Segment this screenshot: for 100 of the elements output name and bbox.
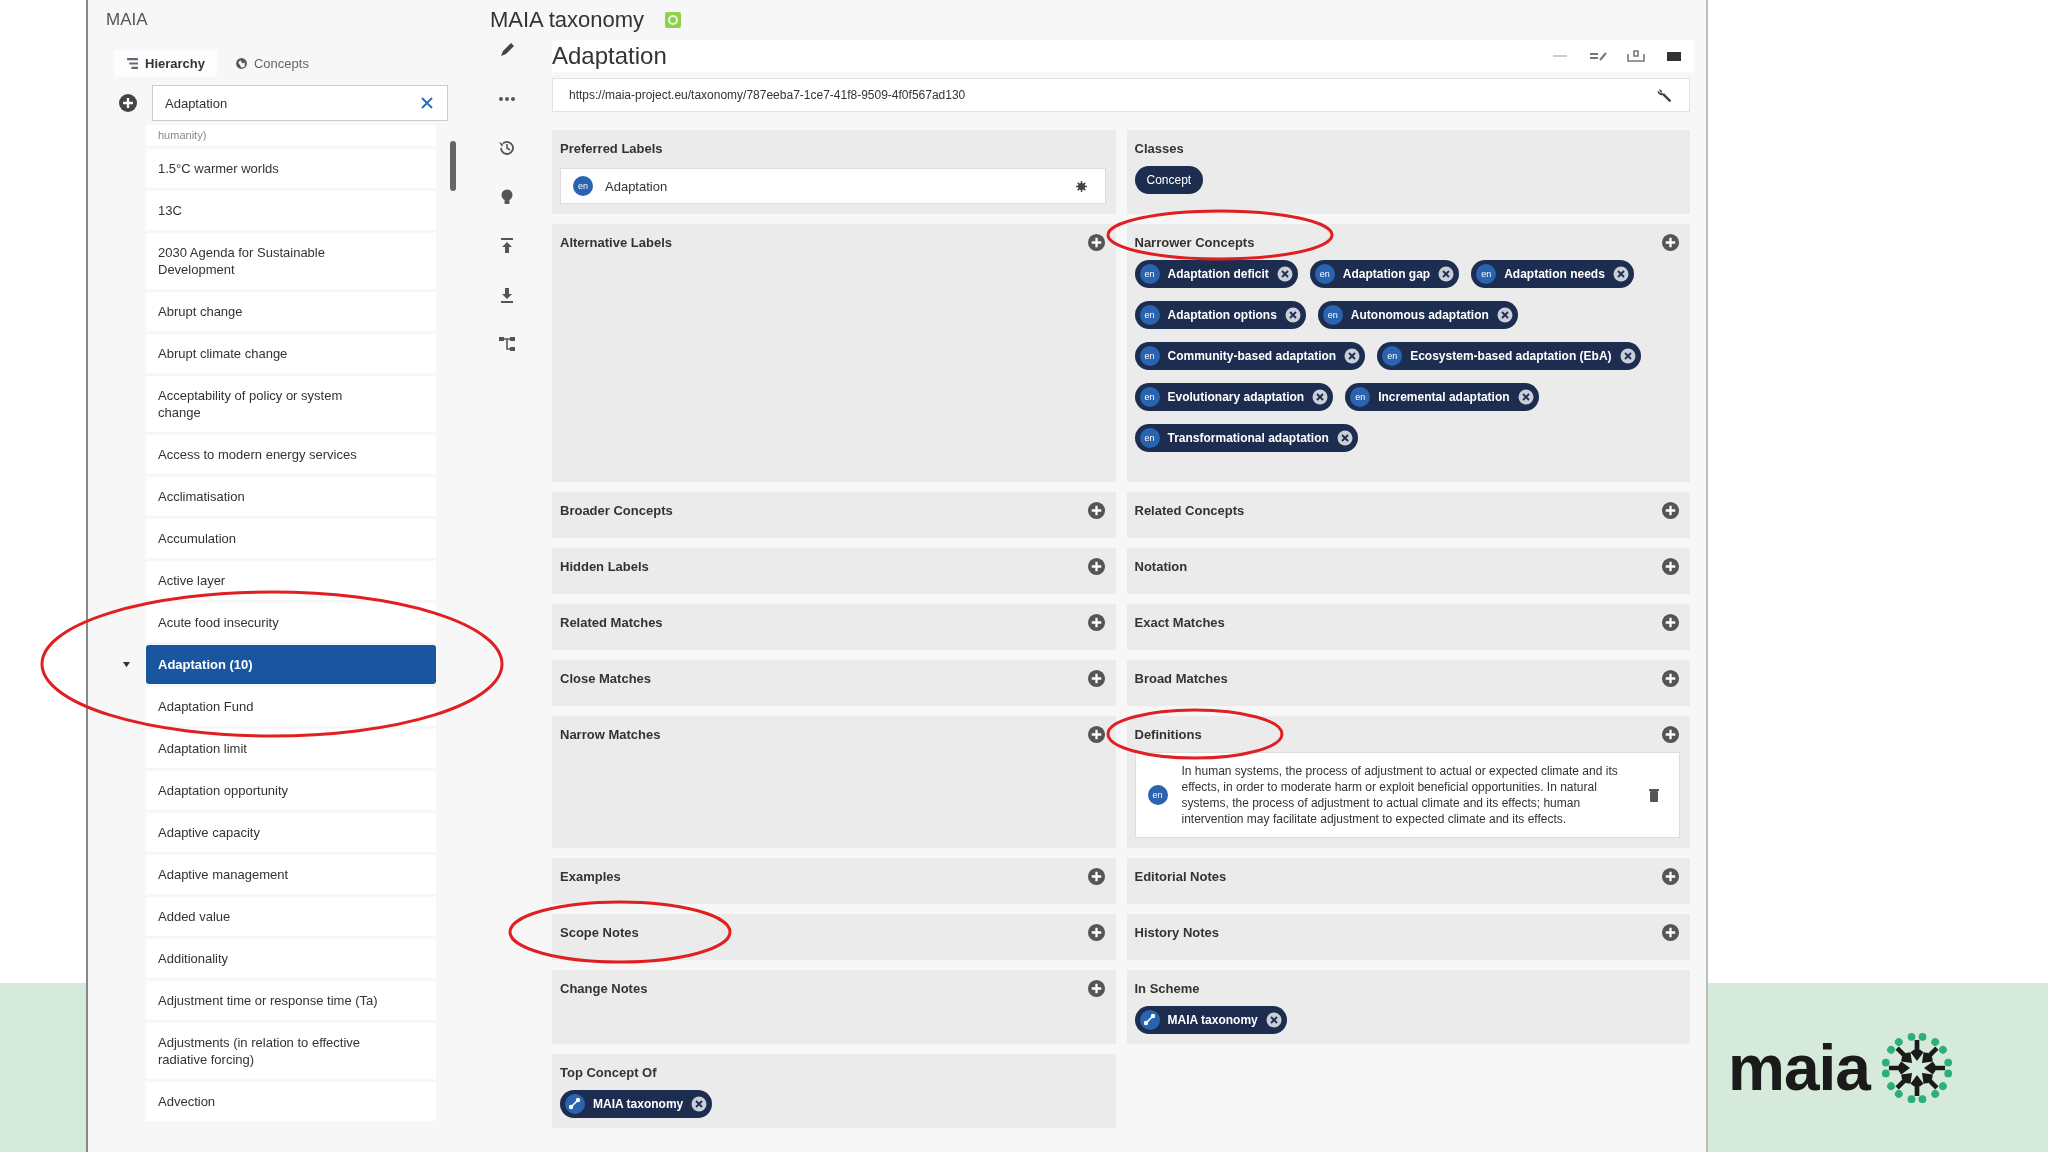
tree-item[interactable]: Adaptive capacity [146,813,436,852]
chip-label: Incremental adaptation [1378,390,1510,404]
scrollbar-thumb[interactable] [450,141,456,191]
add-icon[interactable] [1661,556,1680,576]
section-title: Narrower Concepts [1134,234,1255,250]
taxonomy-title: MAIA taxonomy [490,7,645,33]
add-icon[interactable] [1086,668,1106,688]
term-chip[interactable]: en Autonomous adaptation [1317,301,1518,329]
logo-wordmark: maia [1728,1030,1870,1105]
tree-item[interactable]: Abrupt climate change [146,334,436,373]
add-icon[interactable] [1086,232,1106,252]
tree-item[interactable]: Acceptability of policy or system change [146,376,436,432]
term-chip[interactable]: en Ecosystem-based adaptation (EbA) [1377,342,1641,370]
remove-icon[interactable] [1619,348,1636,364]
term-chip[interactable]: en Adaptation gap [1309,260,1460,288]
language-badge: en [1139,428,1160,448]
section-title: History Notes [1134,924,1220,940]
tree-item[interactable]: Active layer [146,561,436,600]
history-icon[interactable] [497,138,517,158]
remove-icon[interactable] [1312,389,1329,405]
add-icon[interactable] [1086,866,1106,886]
tree-icon [126,57,139,70]
add-icon[interactable] [1661,866,1680,886]
tree-item[interactable]: Accumulation [146,519,436,558]
search-field[interactable]: Adaptation [152,85,448,121]
add-icon[interactable] [1086,500,1106,520]
chip-label: MAIA taxonomy [593,1097,684,1111]
tree-item[interactable]: Access to modern energy services [146,435,436,474]
app-name: MAIA [106,10,149,31]
tree-item[interactable]: Abrupt change [146,292,436,331]
tree-item[interactable]: Adjustments (in relation to effective radiative forcing) [146,1023,436,1079]
chip-label: MAIA taxonomy [1167,1013,1258,1027]
term-chip[interactable]: en Transformational adaptation [1134,424,1358,452]
trash-icon[interactable] [1649,788,1659,802]
add-icon[interactable] [1086,612,1106,632]
tree-item[interactable]: Acclimatisation [146,477,436,516]
section-title: Broad Matches [1134,670,1228,686]
add-icon[interactable] [118,93,138,113]
uri-field[interactable]: https://maia-project.eu/taxonomy/787eeba7-1ce7-41f8-9509-4f0f567ad130 [552,78,1690,112]
status-icon [664,11,683,29]
section-title: Classes [1134,140,1184,156]
tree-item[interactable]: Adaptation limit [146,729,436,768]
add-icon[interactable] [1661,612,1680,632]
term-chip[interactable]: en Adaptation options [1134,301,1306,329]
tree-item[interactable]: 13C [146,191,436,230]
hierarchy-icon[interactable] [497,334,517,354]
term-chip[interactable]: en Incremental adaptation [1345,383,1539,411]
caret-icon[interactable] [121,661,131,668]
chip-label: Adaptation gap [1342,267,1431,281]
term-chip[interactable]: en Evolutionary adaptation [1134,383,1334,411]
remove-icon[interactable] [1276,266,1293,282]
remove-icon[interactable] [1496,307,1513,323]
add-icon[interactable] [1661,922,1680,942]
language-badge: en [1322,305,1343,325]
tree-item[interactable]: humanity) [146,125,436,146]
language-badge: en [1476,264,1497,284]
tab[interactable]: Hierarchy [114,50,217,77]
add-icon[interactable] [1086,724,1106,744]
add-icon[interactable] [1086,556,1106,576]
scheme-chip[interactable]: MAIA taxonomy [1134,1006,1287,1034]
tree-item[interactable]: Acute food insecurity [146,603,436,642]
term-chip[interactable]: en Community-based adaptation [1134,342,1366,370]
remove-icon[interactable] [1517,389,1534,405]
tree-item[interactable]: Adaptation opportunity [146,771,436,810]
remove-icon[interactable] [1336,430,1353,446]
remove-icon[interactable] [1265,1012,1282,1028]
concept-heading: Adaptation [552,42,667,70]
tab[interactable]: Concepts [223,50,321,77]
add-icon[interactable] [1661,500,1680,520]
tree-item[interactable]: Adaptive management [146,855,436,894]
remove-icon[interactable] [1284,307,1301,323]
tree-item[interactable]: Additionality [146,939,436,978]
tree-item[interactable]: Adjustment time or response time (Ta) [146,981,436,1020]
tree-item[interactable]: Advection [146,1082,436,1121]
chip-label: Ecosystem-based adaptation (EbA) [1410,349,1612,363]
definition-text: In human systems, the process of adjustment to actual or expected climate and its effects, in order to moderate harm or exploit beneficial opportunities. In natural systems, the process of adjustment to actual climate and its effects; human intervention may facilitate adjustment to expected climate and its effects. [1181,763,1619,827]
tree-item[interactable]: Adaptation Fund [146,687,436,726]
add-icon[interactable] [1661,232,1680,252]
add-icon[interactable] [1086,978,1106,998]
scheme-chip[interactable]: MAIA taxonomy [560,1090,713,1118]
tree-item[interactable]: 1.5°C warmer worlds [146,149,436,188]
term-chip[interactable]: en Adaptation deficit [1134,260,1298,288]
asterisk-icon[interactable] [1075,180,1087,192]
remove-icon[interactable] [1344,348,1361,364]
remove-icon[interactable] [691,1096,708,1112]
add-icon[interactable] [1086,922,1106,942]
tree-item[interactable]: Added value [146,897,436,936]
add-icon[interactable] [1661,668,1680,688]
label-field[interactable]: en Adaptation [560,168,1106,204]
term-chip[interactable]: en Adaptation needs [1471,260,1634,288]
class-chip[interactable]: Concept [1134,166,1204,194]
tree-item[interactable]: Adaptation (10) [146,645,436,684]
close-icon[interactable] [420,96,434,110]
tree-item[interactable]: 2030 Agenda for Sustainable Development [146,233,436,289]
language-badge: en [1139,264,1160,284]
section-title: Notation [1134,558,1188,574]
remove-icon[interactable] [1438,266,1455,282]
tray-icon[interactable] [1626,49,1646,63]
add-icon[interactable] [1661,724,1680,744]
remove-icon[interactable] [1612,266,1629,282]
